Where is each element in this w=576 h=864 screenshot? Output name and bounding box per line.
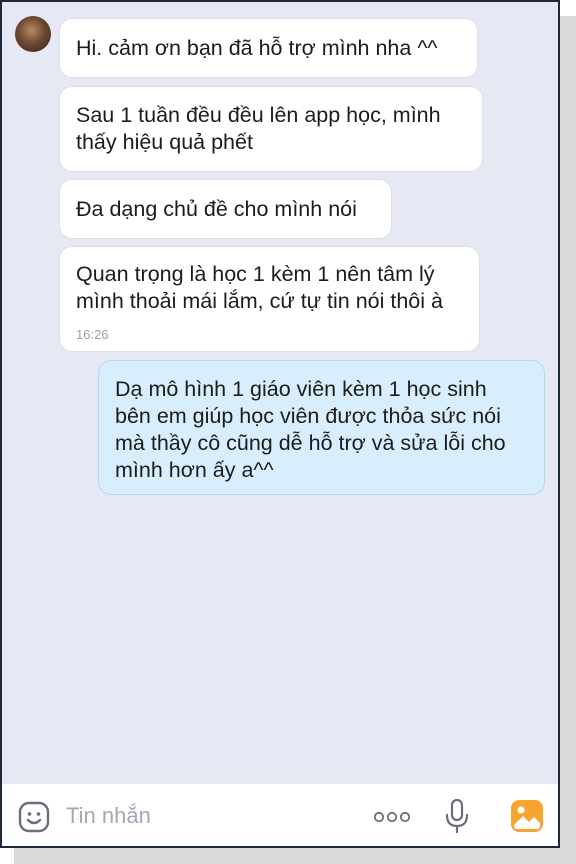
message-text: Quan trọng là học 1 kèm 1 nên tâm lý mìn… [76,262,443,313]
incoming-message-4[interactable]: Quan trọng là học 1 kèm 1 nên tâm lý mìn… [60,247,479,351]
more-icon[interactable] [373,811,411,823]
message-text: Hi. cảm ơn bạn đã hỗ trợ mình nha ^^ [76,36,438,60]
message-text: Đa dạng chủ đề cho mình nói [76,197,357,221]
incoming-message-2[interactable]: Sau 1 tuần đều đều lên app học, mình thấ… [60,87,482,171]
avatar[interactable] [15,16,51,52]
message-timestamp: 16:26 [76,327,109,342]
microphone-icon[interactable] [443,798,471,834]
outgoing-message[interactable]: Dạ mô hình 1 giáo viên kèm 1 học sinh bê… [99,361,544,494]
message-text: Sau 1 tuần đều đều lên app học, mình thấ… [76,103,441,154]
image-icon[interactable] [510,799,544,833]
chat-window: Hi. cảm ơn bạn đã hỗ trợ mình nha ^^ Sau… [0,0,560,848]
message-input[interactable]: Tin nhắn [66,803,151,829]
message-composer: Tin nhắn [2,783,558,846]
incoming-message-1[interactable]: Hi. cảm ơn bạn đã hỗ trợ mình nha ^^ [60,19,477,77]
sticker-icon[interactable] [18,801,50,833]
message-text: Dạ mô hình 1 giáo viên kèm 1 học sinh bê… [115,377,506,482]
incoming-message-3[interactable]: Đa dạng chủ đề cho mình nói [60,180,391,238]
